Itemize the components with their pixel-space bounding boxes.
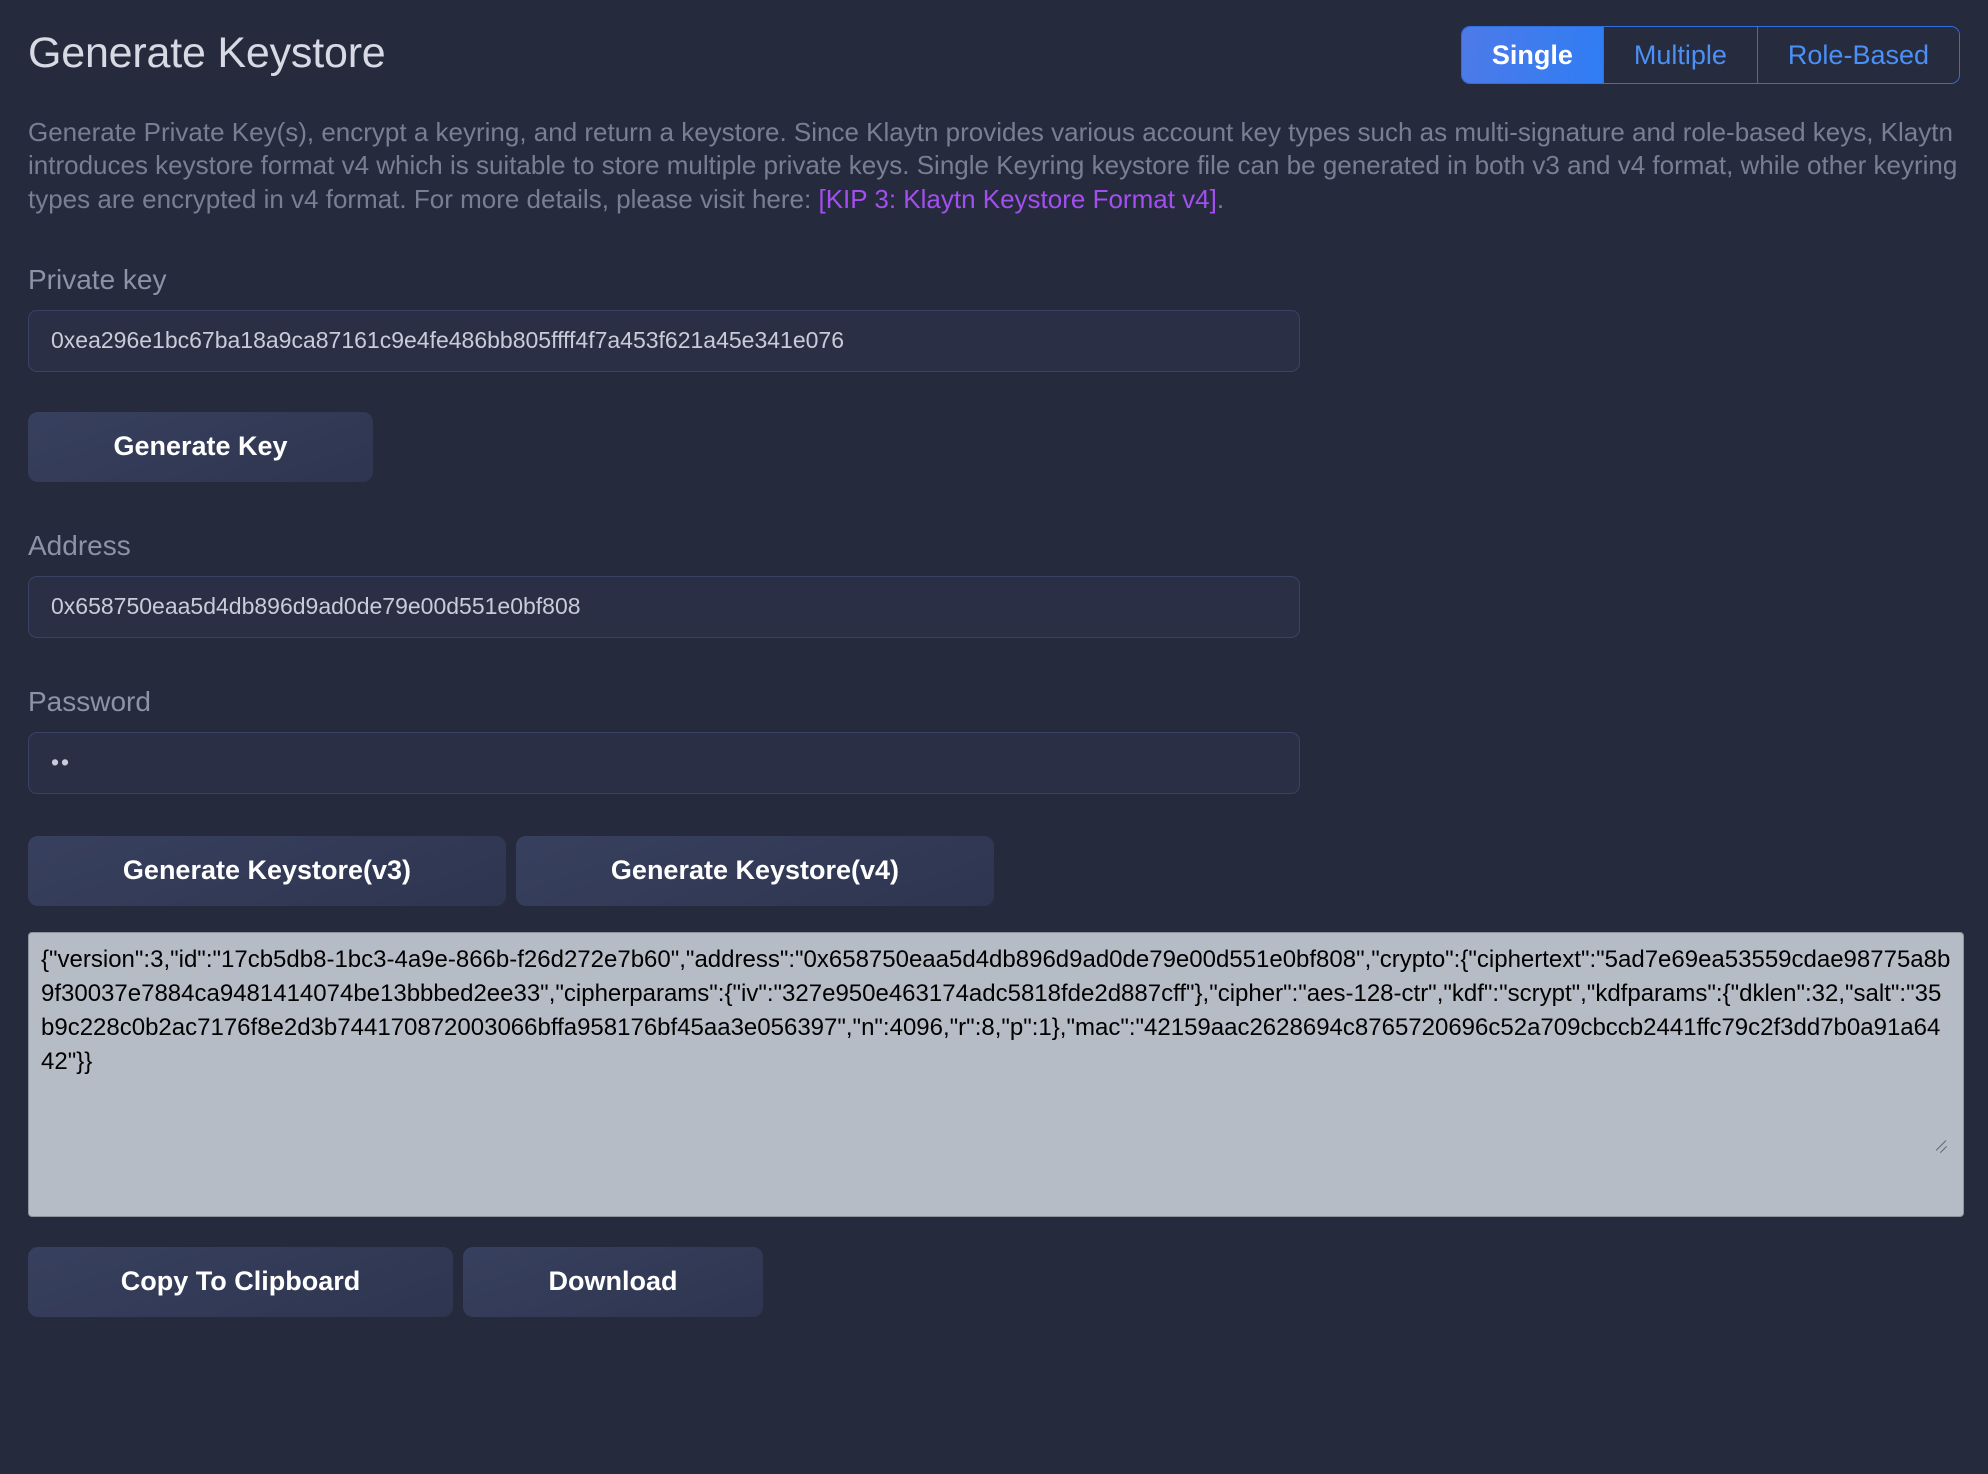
password-label: Password bbox=[28, 686, 1960, 718]
address-input[interactable] bbox=[28, 576, 1300, 638]
generate-keystore-button-row: Generate Keystore(v3) Generate Keystore(… bbox=[28, 836, 1960, 906]
copy-to-clipboard-button[interactable]: Copy To Clipboard bbox=[28, 1247, 453, 1317]
keyring-type-tabs: Single Multiple Role-Based bbox=[1461, 26, 1960, 84]
address-label: Address bbox=[28, 530, 1960, 562]
tab-multiple[interactable]: Multiple bbox=[1604, 27, 1758, 83]
generate-keystore-page: Generate Keystore Single Multiple Role-B… bbox=[0, 0, 1988, 1474]
description-text-after: . bbox=[1217, 184, 1224, 214]
generate-keystore-v3-button[interactable]: Generate Keystore(v3) bbox=[28, 836, 506, 906]
kip3-keystore-link[interactable]: [KIP 3: Klaytn Keystore Format v4] bbox=[818, 184, 1216, 214]
header: Generate Keystore Single Multiple Role-B… bbox=[28, 26, 1960, 92]
generate-keystore-v4-button[interactable]: Generate Keystore(v4) bbox=[516, 836, 994, 906]
generate-key-button[interactable]: Generate Key bbox=[28, 412, 373, 482]
tab-role-based[interactable]: Role-Based bbox=[1758, 27, 1959, 83]
download-button[interactable]: Download bbox=[463, 1247, 763, 1317]
tab-single[interactable]: Single bbox=[1462, 27, 1604, 83]
output-action-button-row: Copy To Clipboard Download bbox=[28, 1247, 1960, 1317]
private-key-label: Private key bbox=[28, 264, 1960, 296]
page-description: Generate Private Key(s), encrypt a keyri… bbox=[28, 116, 1960, 216]
keystore-output-textarea[interactable]: {"version":3,"id":"17cb5db8-1bc3-4a9e-86… bbox=[28, 932, 1964, 1217]
password-input[interactable]: •• bbox=[28, 732, 1300, 794]
private-key-input[interactable] bbox=[28, 310, 1300, 372]
page-title: Generate Keystore bbox=[28, 26, 386, 75]
